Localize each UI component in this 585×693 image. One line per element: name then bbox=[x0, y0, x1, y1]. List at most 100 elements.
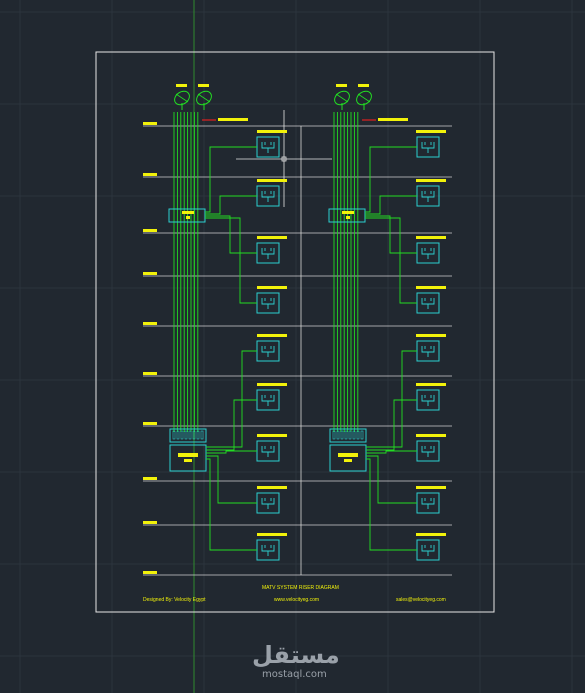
outlet-tag bbox=[416, 179, 446, 182]
outlet-tag bbox=[416, 533, 446, 536]
outlet-tag bbox=[257, 533, 287, 536]
splitter-tag bbox=[342, 211, 354, 214]
floor-level-tag bbox=[143, 521, 157, 524]
outlet-socket-symbol bbox=[261, 498, 275, 509]
amplifier-unit bbox=[169, 444, 207, 472]
outlet-tag bbox=[257, 236, 287, 239]
outlet-tag bbox=[416, 286, 446, 289]
outlet-socket-symbol bbox=[261, 446, 275, 457]
multiswitch-port bbox=[340, 430, 344, 440]
outlet-tag bbox=[416, 334, 446, 337]
multiswitch-port bbox=[196, 430, 200, 440]
tv-outlet-box bbox=[256, 389, 280, 411]
outlet-socket-symbol bbox=[261, 248, 275, 259]
amplifier-tag bbox=[344, 459, 352, 462]
amplifier-tag bbox=[338, 453, 358, 457]
amplifier-tag bbox=[178, 453, 198, 457]
outlet-socket-symbol bbox=[261, 395, 275, 406]
feeder-cable bbox=[366, 350, 417, 448]
outlet-socket-symbol bbox=[421, 498, 435, 509]
outlet-socket-symbol bbox=[421, 395, 435, 406]
floor-level-tag bbox=[143, 272, 157, 275]
email-text: sales@velocityeg.com bbox=[396, 597, 446, 603]
floor-level-tag bbox=[143, 173, 157, 176]
feeder-cable bbox=[205, 195, 257, 215]
outlet-socket-symbol bbox=[421, 298, 435, 309]
outlet-socket-symbol bbox=[261, 298, 275, 309]
outlet-tag bbox=[257, 434, 287, 437]
feeder-cable bbox=[205, 146, 257, 213]
multiswitch-port bbox=[332, 430, 336, 440]
outlet-socket-symbol bbox=[421, 545, 435, 556]
outlet-tag bbox=[257, 179, 287, 182]
feeder-cable bbox=[365, 217, 417, 304]
floor-lines bbox=[143, 122, 452, 576]
multiswitch-port bbox=[348, 430, 352, 440]
feeder-cable bbox=[365, 195, 417, 215]
tv-outlet-box bbox=[416, 292, 440, 314]
outlet-socket-symbol bbox=[421, 346, 435, 357]
tv-outlet-box bbox=[256, 539, 280, 561]
floor-level-tag bbox=[143, 229, 157, 232]
tv-outlet-box bbox=[256, 292, 280, 314]
feeder-cable bbox=[365, 215, 417, 254]
dish-tag bbox=[176, 84, 187, 87]
feeder-cable bbox=[206, 450, 257, 454]
floor-level-tag bbox=[143, 477, 157, 480]
floor-level-tag bbox=[143, 571, 157, 574]
feeder-cable bbox=[206, 399, 257, 451]
outlet-tag bbox=[416, 383, 446, 386]
feeder-cable bbox=[366, 458, 417, 551]
outlet-socket-symbol bbox=[421, 248, 435, 259]
multiswitch-port bbox=[344, 430, 348, 440]
splitter-tag bbox=[182, 211, 194, 214]
floor-level-tag bbox=[143, 322, 157, 325]
outlet-tag bbox=[416, 434, 446, 437]
multiswitch-port bbox=[176, 430, 180, 440]
splitter-tag bbox=[186, 216, 190, 219]
multiswitch-port bbox=[184, 430, 188, 440]
feeder-cable bbox=[366, 455, 417, 504]
tv-outlet-box bbox=[416, 440, 440, 462]
dish-tag bbox=[336, 84, 347, 87]
dish-tag bbox=[358, 84, 369, 87]
floor-level-tag bbox=[143, 122, 157, 125]
feeder-cable bbox=[206, 458, 257, 551]
feeder-cable bbox=[366, 450, 417, 454]
riser-left bbox=[168, 84, 287, 561]
dish-feed-arm bbox=[175, 93, 189, 103]
feeder-cable bbox=[365, 146, 417, 213]
dish-tag bbox=[198, 84, 209, 87]
tv-outlet-box bbox=[256, 440, 280, 462]
tv-outlet-box bbox=[416, 136, 440, 158]
outlet-tag bbox=[257, 286, 287, 289]
feeder-cable bbox=[205, 217, 257, 304]
outlet-tag bbox=[416, 236, 446, 239]
outlet-socket-symbol bbox=[261, 545, 275, 556]
headend-tag bbox=[378, 118, 408, 121]
feeder-cable bbox=[206, 455, 257, 504]
outlet-socket-symbol bbox=[421, 142, 435, 153]
outlet-socket-symbol bbox=[261, 346, 275, 357]
outlet-tag bbox=[257, 486, 287, 489]
dish-feed-arm bbox=[357, 93, 371, 103]
outlet-socket-symbol bbox=[421, 446, 435, 457]
drawing-title: MATV SYSTEM RISER DIAGRAM bbox=[262, 585, 339, 591]
multiswitch-port bbox=[200, 430, 204, 440]
multiswitch-port bbox=[352, 430, 356, 440]
dish-feed-arm bbox=[335, 93, 349, 103]
multiswitch-port bbox=[336, 430, 340, 440]
drawing-frame bbox=[95, 51, 495, 613]
tv-outlet-box bbox=[416, 340, 440, 362]
tv-outlet-box bbox=[416, 389, 440, 411]
outlet-tag bbox=[257, 334, 287, 337]
feeder-cable bbox=[205, 215, 257, 254]
multiswitch-port bbox=[180, 430, 184, 440]
cad-cursor bbox=[236, 110, 332, 207]
splitter-tag bbox=[346, 216, 350, 219]
multiswitch-port bbox=[188, 430, 192, 440]
outlet-tag bbox=[257, 130, 287, 133]
multiswitch-port bbox=[356, 430, 360, 440]
tv-outlet-box bbox=[256, 492, 280, 514]
tv-outlet-box bbox=[256, 340, 280, 362]
